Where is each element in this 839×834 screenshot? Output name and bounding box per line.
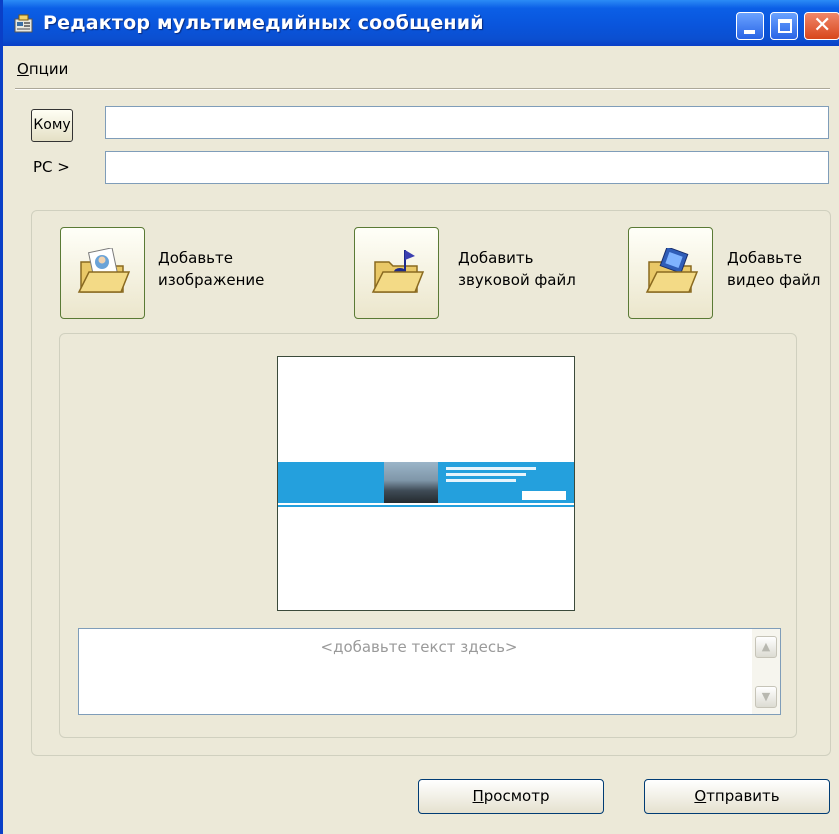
title-bar[interactable]: Редактор мультимедийных сообщений ✕ [3,0,839,46]
window-title: Редактор мультимедийных сообщений [43,12,484,34]
cc-input[interactable] [105,151,829,184]
folder-music-icon [371,250,425,293]
send-button[interactable]: Отправить [644,779,830,814]
scroll-down-icon[interactable]: ▼ [755,686,777,708]
scroll-up-icon[interactable]: ▲ [755,636,777,658]
menu-bar: Опции [3,57,839,81]
add-sound-label: Добавить звуковой файл [458,249,576,289]
banner-logo [522,491,566,500]
add-image-button[interactable] [60,227,145,319]
menu-options[interactable]: Опции [17,60,68,78]
add-video-label: Добавьте видео файл [727,249,821,289]
folder-image-icon [77,248,131,293]
banner-photo [384,462,438,503]
message-textarea[interactable]: <добавьте текст здесь> ▲ ▼ [78,628,781,715]
minimize-button[interactable] [736,12,764,40]
banner-text [446,465,566,482]
add-sound-button[interactable] [354,227,439,319]
banner-underline [278,505,574,507]
message-placeholder: <добавьте текст здесь> [320,638,518,656]
maximize-icon [778,19,792,33]
menu-separator [15,88,830,90]
mms-editor-icon [14,14,33,33]
preview-button[interactable]: Просмотр [418,779,604,814]
scrollbar[interactable]: ▲ ▼ [752,629,780,714]
close-icon: ✕ [813,13,832,38]
minimize-icon [744,30,755,34]
add-video-button[interactable] [628,227,713,319]
close-button[interactable]: ✕ [804,12,839,40]
cc-label: РС > [33,158,70,176]
to-button[interactable]: Кому [31,109,73,142]
image-preview[interactable] [277,356,575,611]
mms-editor-window: Редактор мультимедийных сообщений ✕ Опци… [0,0,839,834]
maximize-button[interactable] [770,12,798,40]
add-image-label: Добавьте изображение [158,249,265,289]
to-input[interactable] [105,106,829,139]
banner-image [278,462,574,503]
folder-video-icon [645,248,699,293]
